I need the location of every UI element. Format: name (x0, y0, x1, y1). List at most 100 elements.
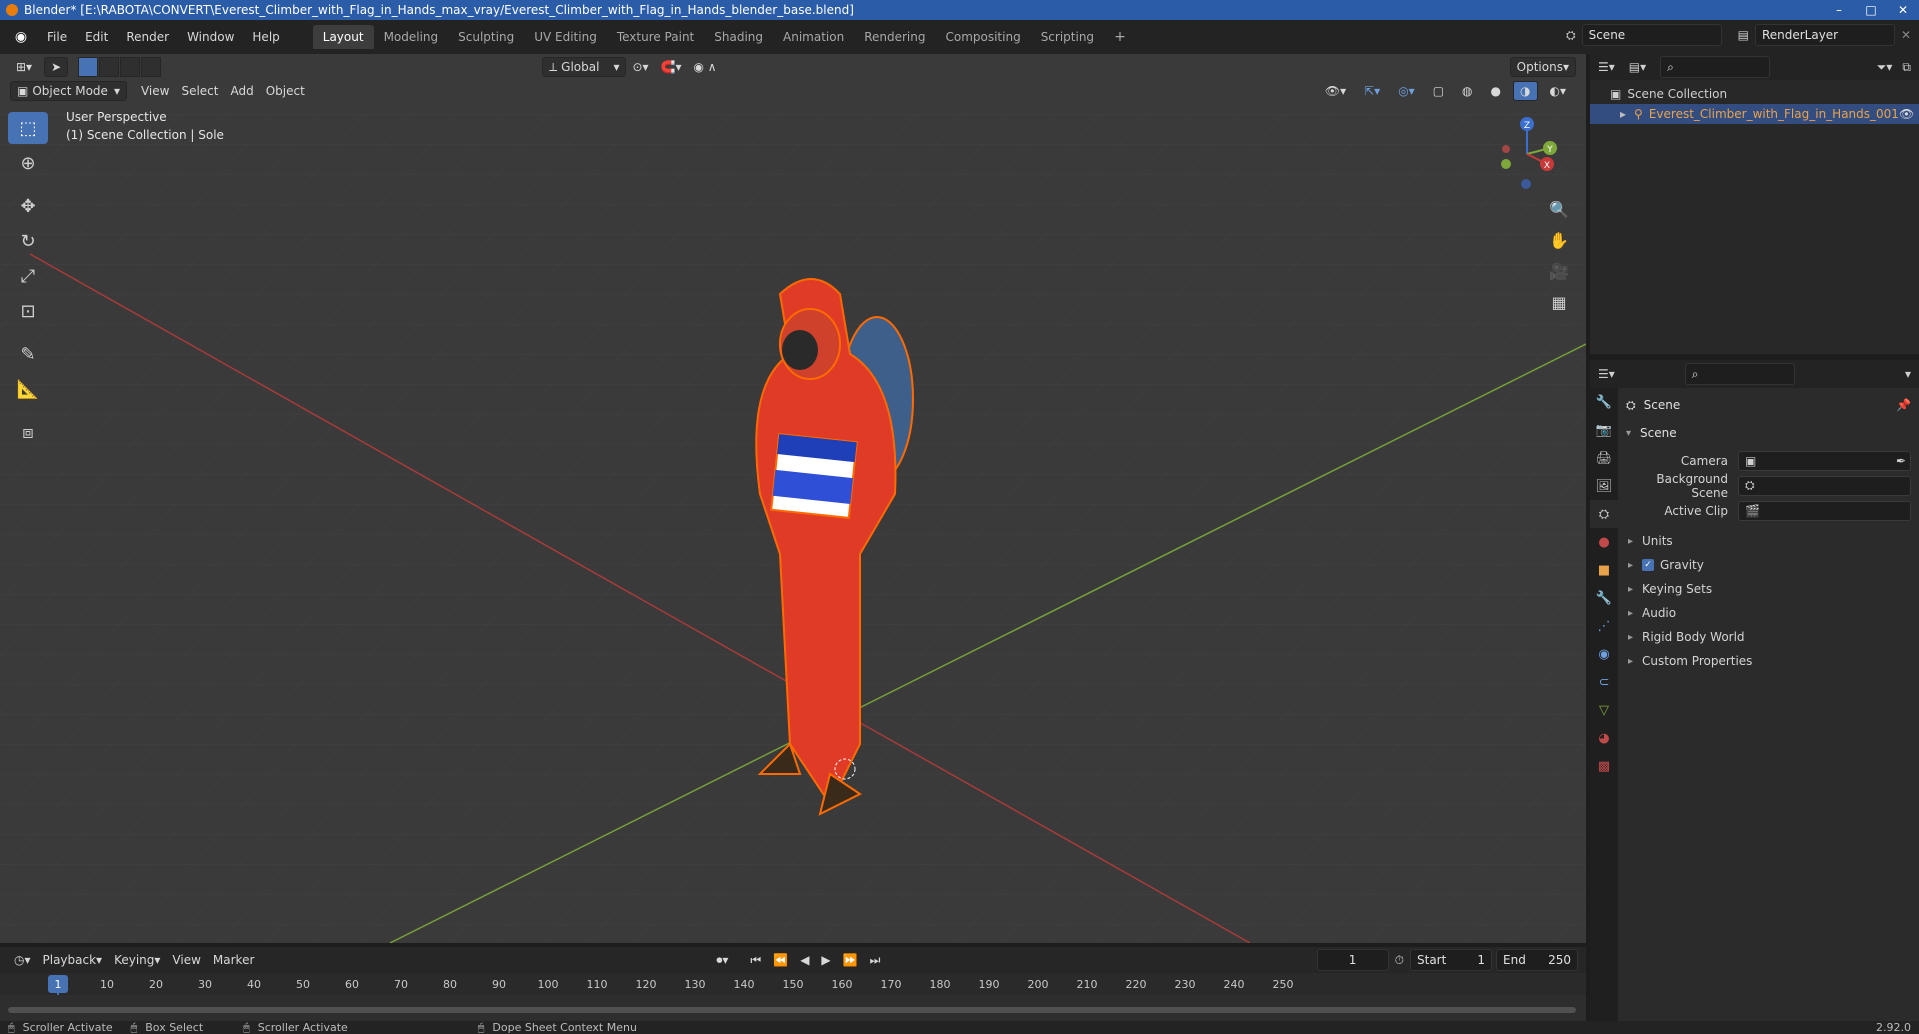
constraints-tab-icon[interactable]: ⊂ (1590, 668, 1618, 696)
menu-render[interactable]: Render (117, 30, 178, 44)
timeline-ruler[interactable]: 1 10 20 30 40 50 60 70 80 90 100 110 120 130 140 150 160… (0, 973, 1586, 995)
play-icon[interactable]: ▶ (815, 950, 836, 970)
overlay-toggle-icon[interactable]: ◎▾ (1392, 81, 1421, 101)
filter-icon[interactable]: ⏷▾ (1877, 60, 1893, 75)
editor-type-button[interactable]: ⊞▾ (10, 57, 38, 77)
camera-field[interactable]: ▣ ✒ (1738, 450, 1911, 471)
options-button[interactable]: Options ▾ (1509, 57, 1576, 77)
visibility-eye-icon[interactable]: 👁 (1899, 107, 1914, 121)
chevron-down-icon[interactable]: ▾ (1905, 367, 1911, 381)
tab-sculpting[interactable]: Sculpting (448, 25, 524, 49)
keying-sets-panel[interactable]: ▸ Keying Sets (1626, 577, 1911, 601)
select-box-tool[interactable]: ⬚ (8, 112, 48, 144)
units-panel[interactable]: ▸ Units (1626, 529, 1911, 553)
scene-name-field[interactable]: Scene (1581, 24, 1722, 46)
render-tab-icon[interactable]: 📷 (1590, 416, 1618, 444)
tab-shading[interactable]: Shading (704, 25, 773, 49)
properties-editor-type-icon[interactable]: ☰▾ (1598, 367, 1615, 381)
menu-playback[interactable]: Playback ▾ (37, 950, 109, 970)
shading-solid-icon[interactable]: ● (1485, 81, 1507, 101)
zoom-icon[interactable]: 🔍 (1544, 194, 1574, 224)
gizmo-neg-x[interactable] (1502, 145, 1510, 153)
output-tab-icon[interactable]: 🖨 (1590, 444, 1618, 472)
material-tab-icon[interactable]: ◕ (1590, 724, 1618, 752)
menu-file[interactable]: File (38, 30, 76, 44)
end-frame-field[interactable]: End 250 (1496, 949, 1578, 971)
world-tab-icon[interactable]: ● (1590, 528, 1618, 556)
scene-collection-row[interactable]: ▣ Scene Collection (1590, 84, 1919, 104)
properties-search-input[interactable]: ⌕ (1684, 363, 1795, 385)
play-reverse-icon[interactable]: ◀ (794, 950, 815, 970)
expand-triangle-icon[interactable]: ▸ (1620, 107, 1626, 121)
gizmo-neg-y[interactable] (1501, 159, 1511, 169)
pin-icon[interactable]: 📌 (1896, 398, 1911, 412)
xray-toggle-icon[interactable]: ▢ (1427, 81, 1450, 101)
tab-layout[interactable]: Layout (312, 25, 374, 49)
gravity-checkbox[interactable]: ✓ (1642, 559, 1654, 571)
background-scene-field[interactable]: ⛭ (1738, 475, 1911, 496)
stopwatch-icon[interactable]: ⏱ (1395, 953, 1404, 968)
menu-keying[interactable]: Keying ▾ (108, 950, 166, 970)
next-keyframe-icon[interactable]: ⏩ (837, 950, 864, 970)
jump-start-icon[interactable]: ⏮ (744, 950, 767, 970)
tab-scripting[interactable]: Scripting (1031, 25, 1104, 49)
shading-material-icon[interactable]: ◑ (1513, 81, 1538, 101)
scene-tab-icon[interactable]: ⛭ (1590, 500, 1618, 528)
view-layer-tab-icon[interactable]: 🖼 (1590, 472, 1618, 500)
tab-texture-paint[interactable]: Texture Paint (607, 25, 704, 49)
tab-modeling[interactable]: Modeling (374, 25, 449, 49)
3d-viewport[interactable]: ⊞▾ ➤ ⟂ Global ▾ ⊙▾ 🧲▾ ◉ ∧ Options ▾ ▣ Ob… (0, 54, 1586, 943)
physics-tab-icon[interactable]: ◉ (1590, 640, 1618, 668)
gizmo-toggle-icon[interactable]: ⇱▾ (1358, 81, 1386, 101)
select-mode-subtract-button[interactable] (120, 57, 141, 77)
camera-view-icon[interactable]: 🎥 (1544, 256, 1574, 286)
shading-rendered-icon[interactable]: ◐▾ (1544, 81, 1573, 101)
tab-rendering[interactable]: Rendering (854, 25, 935, 49)
ortho-grid-icon[interactable]: ▦ (1544, 287, 1574, 317)
menu-select[interactable]: Select (175, 81, 224, 101)
record-icon[interactable]: ⏺▾ (710, 950, 734, 970)
menu-view[interactable]: View (135, 81, 175, 101)
outliner-search-input[interactable]: ⌕ (1660, 56, 1771, 78)
menu-timeline-view[interactable]: View (166, 950, 206, 970)
prev-keyframe-icon[interactable]: ⏪ (767, 950, 794, 970)
select-tool-button[interactable]: ➤ (44, 57, 69, 77)
new-collection-icon[interactable]: ⧉ (1902, 60, 1911, 75)
eyedropper-icon[interactable]: ✒ (1896, 454, 1906, 468)
close-button[interactable]: ✕ (1887, 0, 1919, 20)
menu-marker[interactable]: Marker (207, 950, 260, 970)
jump-end-icon[interactable]: ⏭ (864, 950, 887, 970)
pivot-point-button[interactable]: ⊙▾ (626, 57, 654, 77)
pan-hand-icon[interactable]: ✋ (1544, 225, 1574, 255)
annotate-tool[interactable]: ✎ (8, 338, 48, 370)
object-tab-icon[interactable]: ■ (1590, 556, 1618, 584)
select-mode-extend-button[interactable] (99, 57, 120, 77)
maximize-button[interactable]: □ (1855, 0, 1887, 20)
minimize-button[interactable]: – (1823, 0, 1855, 20)
render-layer-icon[interactable]: ▤ (1738, 28, 1749, 42)
timeline-editor-type-icon[interactable]: ◷▾ (8, 950, 37, 970)
add-workspace-button[interactable]: + (1104, 25, 1136, 49)
scale-tool[interactable]: ⤢ (8, 260, 48, 292)
display-mode-icon[interactable]: ▤▾ (1629, 60, 1646, 74)
blender-logo-icon[interactable]: ◉ (10, 26, 32, 48)
menu-add[interactable]: Add (224, 81, 259, 101)
shading-wireframe-icon[interactable]: ◍ (1456, 81, 1478, 101)
menu-object[interactable]: Object (260, 81, 311, 101)
tab-animation[interactable]: Animation (773, 25, 854, 49)
texture-tab-icon[interactable]: ▩ (1590, 752, 1618, 780)
snap-button[interactable]: 🧲▾ (655, 57, 688, 77)
tool-tab-icon[interactable]: 🔧 (1590, 388, 1618, 416)
move-tool[interactable]: ✥ (8, 190, 48, 222)
tab-uv-editing[interactable]: UV Editing (524, 25, 607, 49)
rigid-body-world-panel[interactable]: ▸ Rigid Body World (1626, 625, 1911, 649)
measure-tool[interactable]: 📐 (8, 373, 48, 405)
add-cube-tool[interactable]: ⧈ (8, 416, 48, 448)
start-frame-field[interactable]: Start 1 (1410, 949, 1492, 971)
data-tab-icon[interactable]: ▽ (1590, 696, 1618, 724)
menu-edit[interactable]: Edit (76, 30, 117, 44)
proportional-edit-button[interactable]: ◉ ∧ (688, 57, 723, 77)
outliner-object-row[interactable]: ▸ ⚲ Everest_Climber_with_Flag_in_Hands_0… (1590, 104, 1919, 124)
menu-window[interactable]: Window (178, 30, 243, 44)
render-layer-field[interactable]: RenderLayer (1754, 24, 1895, 46)
